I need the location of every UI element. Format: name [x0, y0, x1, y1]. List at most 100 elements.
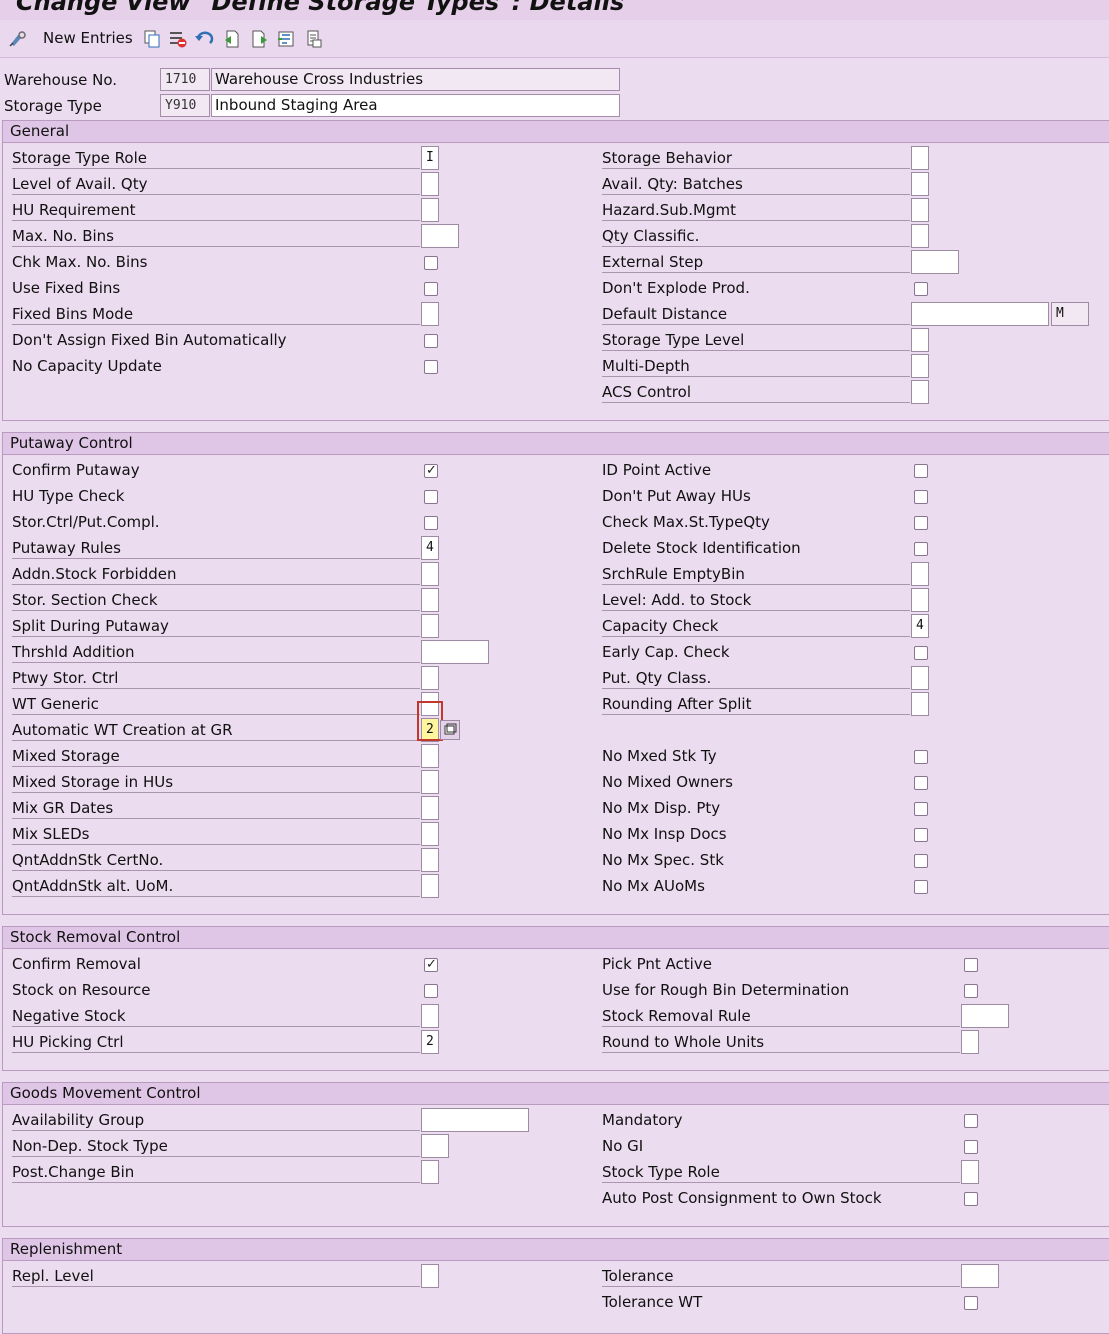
id-point-active-checkbox[interactable]	[914, 464, 928, 478]
hu-requirement-label: HU Requirement	[12, 199, 420, 221]
capacity-check-field[interactable]: 4	[911, 614, 929, 638]
post-change-bin-label: Post.Change Bin	[12, 1161, 420, 1183]
default-distance-field[interactable]	[911, 302, 1049, 326]
no-gi-checkbox[interactable]	[964, 1140, 978, 1154]
no-mx-auoms-checkbox[interactable]	[914, 880, 928, 894]
check-max-st-typeqty-checkbox[interactable]	[914, 516, 928, 530]
mandatory-checkbox[interactable]	[964, 1114, 978, 1128]
stock-removal-rule-label: Stock Removal Rule	[602, 1005, 960, 1027]
availability-group-field[interactable]	[421, 1108, 529, 1132]
confirm-putaway-label: Confirm Putaway	[12, 461, 140, 479]
next-entry-icon[interactable]	[250, 28, 270, 50]
previous-entry-icon[interactable]	[222, 28, 242, 50]
putaway-rules-field[interactable]: 4	[421, 536, 439, 560]
storage-behavior-label: Storage Behavior	[602, 147, 910, 169]
multi-depth-field[interactable]	[911, 354, 929, 378]
capacity-check-label: Capacity Check	[602, 615, 910, 637]
default-distance-unit: M	[1051, 302, 1089, 326]
ptwy-stor-ctrl-field[interactable]	[421, 666, 439, 690]
no-capacity-update-checkbox[interactable]	[424, 360, 438, 374]
copy-icon[interactable]	[142, 28, 162, 50]
hazard-sub-mgmt-field[interactable]	[911, 198, 929, 222]
put-qty-class-label: Put. Qty Class.	[602, 667, 910, 689]
hu-type-check-checkbox[interactable]	[424, 490, 438, 504]
pick-pnt-active-checkbox[interactable]	[964, 958, 978, 972]
tolerance-label: Tolerance	[602, 1265, 960, 1287]
dont-explode-prod-checkbox[interactable]	[914, 282, 928, 296]
hu-requirement-field[interactable]	[421, 198, 439, 222]
rounding-after-split-field[interactable]	[911, 692, 929, 716]
external-step-field[interactable]	[911, 250, 959, 274]
addn-stock-forbidden-label: Addn.Stock Forbidden	[12, 563, 420, 585]
use-fixed-bins-checkbox[interactable]	[424, 282, 438, 296]
general-section-title: General	[3, 121, 1109, 143]
value-help-button[interactable]	[440, 720, 460, 740]
tolerance-field[interactable]	[961, 1264, 999, 1288]
level-avail-qty-field[interactable]	[421, 172, 439, 196]
storage-type-description: Inbound Staging Area	[211, 94, 620, 117]
qntaddnstk-alt-uom-field[interactable]	[421, 874, 439, 898]
undo-icon[interactable]	[194, 28, 216, 50]
mixed-storage-hus-field[interactable]	[421, 770, 439, 794]
stock-removal-rule-field[interactable]	[961, 1004, 1009, 1028]
mix-gr-dates-field[interactable]	[421, 796, 439, 820]
level-add-to-stock-label: Level: Add. to Stock	[602, 589, 910, 611]
stor-ctrl-put-compl-checkbox[interactable]	[424, 516, 438, 530]
srchrule-emptybin-label: SrchRule EmptyBin	[602, 563, 910, 585]
checkmark-icon: ✓	[426, 463, 437, 478]
no-mxed-stk-ty-checkbox[interactable]	[914, 750, 928, 764]
warehouse-no-field[interactable]: 1710	[160, 68, 210, 91]
no-mx-insp-docs-checkbox[interactable]	[914, 828, 928, 842]
window-title: Change View "Define Storage Types": Deta…	[16, 0, 625, 16]
use-fixed-bins-label: Use Fixed Bins	[12, 279, 121, 297]
hu-picking-ctrl-field[interactable]: 2	[421, 1030, 439, 1054]
auto-post-consignment-checkbox[interactable]	[964, 1192, 978, 1206]
auto-wt-creation-gr-label: Automatic WT Creation at GR	[12, 719, 420, 741]
storage-behavior-field[interactable]	[911, 146, 929, 170]
delete-stock-id-checkbox[interactable]	[914, 542, 928, 556]
thrshld-addition-field[interactable]	[421, 640, 489, 664]
non-dep-stock-type-field[interactable]	[421, 1134, 449, 1158]
level-add-to-stock-field[interactable]	[911, 588, 929, 612]
confirm-putaway-checkbox[interactable]: ✓	[424, 463, 438, 478]
mixed-storage-field[interactable]	[421, 744, 439, 768]
max-no-bins-field[interactable]	[421, 224, 459, 248]
storage-type-field[interactable]: Y910	[160, 94, 210, 117]
early-cap-check-checkbox[interactable]	[914, 646, 928, 660]
qntaddnstk-certno-field[interactable]	[421, 848, 439, 872]
put-qty-class-field[interactable]	[911, 666, 929, 690]
tolerance-wt-checkbox[interactable]	[964, 1296, 978, 1310]
stock-type-role-field[interactable]	[961, 1160, 979, 1184]
repl-level-field[interactable]	[421, 1264, 439, 1288]
round-whole-units-field[interactable]	[961, 1030, 979, 1054]
stor-section-check-field[interactable]	[421, 588, 439, 612]
storage-type-role-field[interactable]: I	[421, 146, 439, 170]
round-whole-units-label: Round to Whole Units	[602, 1031, 960, 1053]
use-rough-bin-checkbox[interactable]	[964, 984, 978, 998]
no-mx-disp-pty-checkbox[interactable]	[914, 802, 928, 816]
acs-control-field[interactable]	[911, 380, 929, 404]
post-change-bin-field[interactable]	[421, 1160, 439, 1184]
avail-qty-batches-field[interactable]	[911, 172, 929, 196]
negative-stock-field[interactable]	[421, 1004, 439, 1028]
display-change-icon[interactable]	[8, 28, 30, 50]
select-all-icon[interactable]	[276, 28, 296, 50]
dont-assign-fixed-bin-checkbox[interactable]	[424, 334, 438, 348]
stock-on-resource-checkbox[interactable]	[424, 984, 438, 998]
addn-stock-forbidden-field[interactable]	[421, 562, 439, 586]
srchrule-emptybin-field[interactable]	[911, 562, 929, 586]
fixed-bins-mode-field[interactable]	[421, 302, 439, 326]
delete-icon[interactable]	[168, 28, 188, 50]
fixed-bins-mode-label: Fixed Bins Mode	[12, 303, 420, 325]
no-mx-spec-stk-checkbox[interactable]	[914, 854, 928, 868]
dont-put-away-hus-checkbox[interactable]	[914, 490, 928, 504]
new-entries-button[interactable]: New Entries	[43, 28, 133, 48]
mix-sleds-field[interactable]	[421, 822, 439, 846]
qty-classific-field[interactable]	[911, 224, 929, 248]
split-during-putaway-field[interactable]	[421, 614, 439, 638]
confirm-removal-checkbox[interactable]: ✓	[424, 957, 438, 972]
print-icon[interactable]	[304, 28, 324, 50]
storage-type-level-field[interactable]	[911, 328, 929, 352]
no-mixed-owners-checkbox[interactable]	[914, 776, 928, 790]
chk-max-no-bins-checkbox[interactable]	[424, 256, 438, 270]
